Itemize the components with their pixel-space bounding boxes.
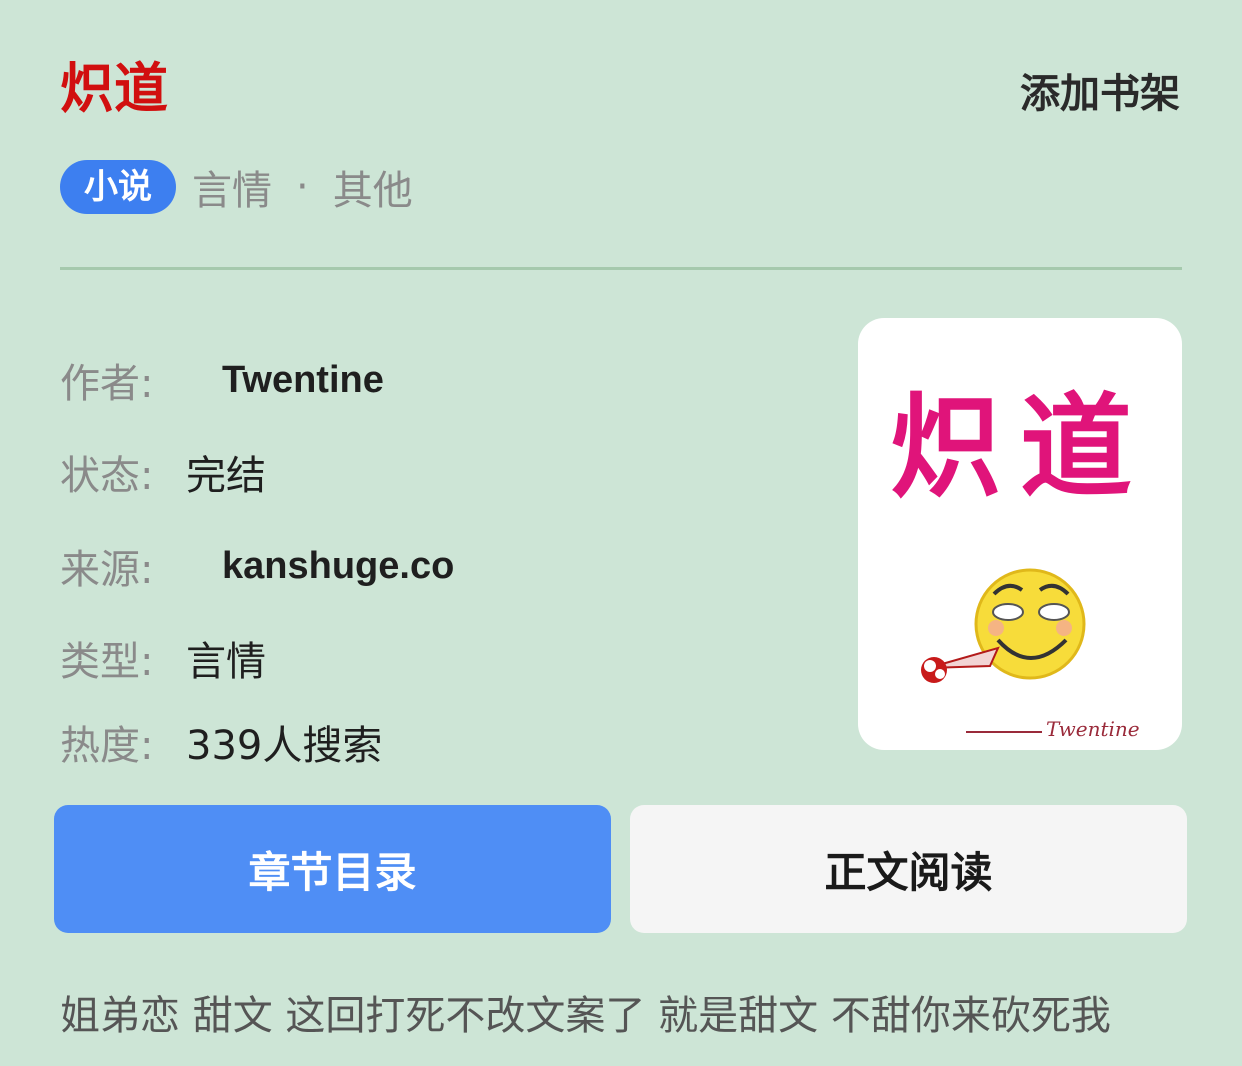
author-label: 作者: [60, 361, 154, 407]
source-row: 来源: kanshuge.co [60, 538, 454, 594]
cover-title-text: 炽道 [890, 382, 1150, 513]
book-title: 炽道 [60, 57, 168, 120]
book-description: 姐弟恋 甜文 这回打死不改文案了 就是甜文 不甜你来砍死我 [60, 993, 1111, 1039]
author-row: 作者: Twentine [60, 352, 384, 408]
cover-signature: Twentine [1046, 717, 1140, 741]
cover-art: 炽道 Twentine [890, 382, 1150, 741]
status-label: 状态: [60, 453, 154, 499]
status-row: 状态: 完结 [60, 444, 266, 500]
status-value: 完结 [186, 453, 266, 499]
type-label: 类型: [60, 639, 154, 685]
type-row: 类型: 言情 [60, 630, 266, 686]
book-cover[interactable]: 炽道 Twentine [858, 318, 1182, 750]
popularity-row: 热度: 339人搜索 [60, 714, 382, 770]
flower-bouquet-icon [921, 646, 1000, 683]
read-text-button[interactable]: 正文阅读 [630, 805, 1187, 933]
category-badge: 小说 [60, 160, 176, 214]
table-of-contents-button[interactable]: 章节目录 [54, 805, 611, 933]
genre-tag: 言情 [192, 168, 272, 214]
author-value[interactable]: Twentine [222, 359, 384, 402]
popularity-label: 热度: [60, 723, 154, 769]
source-value[interactable]: kanshuge.co [222, 545, 454, 588]
divider [60, 267, 1182, 270]
tag-separator: · [296, 164, 309, 210]
subgenre-tag: 其他 [332, 168, 413, 214]
tag-row: 小说 言情 · 其他 [60, 160, 413, 214]
type-value: 言情 [186, 639, 266, 685]
add-to-shelf-button[interactable]: 添加书架 [1020, 74, 1180, 114]
popularity-value: 339人搜索 [186, 723, 383, 769]
source-label: 来源: [60, 547, 154, 593]
